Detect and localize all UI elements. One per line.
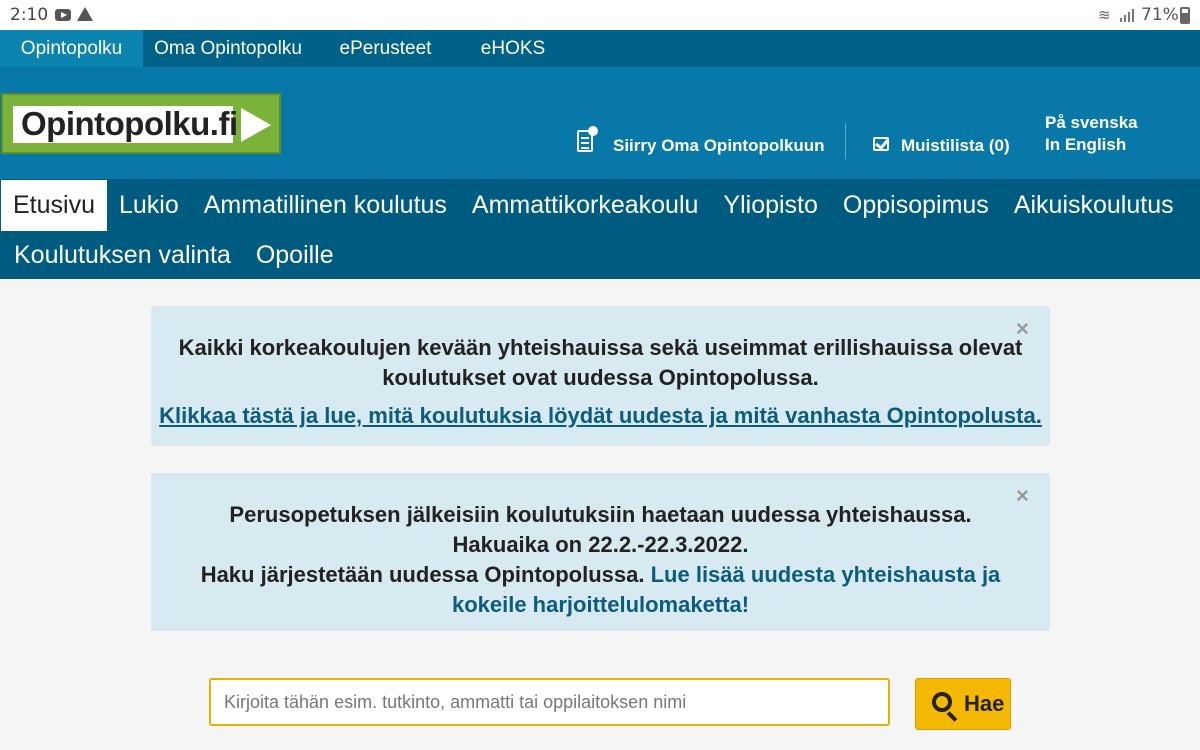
tab-oma-opintopolku[interactable]: Oma Opintopolku (143, 30, 313, 67)
tab-ehoks[interactable]: eHOKS (458, 30, 568, 67)
site-header: Opintopolku.fi Siirry Oma Opintopolkuun … (0, 67, 1200, 179)
status-time: 2:10 (10, 5, 49, 25)
battery-icon (1180, 7, 1190, 24)
wifi-icon: ≋ (1098, 7, 1111, 24)
search-icon (932, 692, 952, 712)
main-nav-row-1: Etusivu Lukio Ammatillinen koulutus Amma… (0, 180, 1174, 231)
nav-item-lukio[interactable]: Lukio (119, 180, 179, 231)
site-logo[interactable]: Opintopolku.fi (1, 93, 281, 154)
nav-item-aikuiskoulutus[interactable]: Aikuiskoulutus (1014, 180, 1174, 231)
logo-text: Opintopolku.fi (21, 105, 238, 142)
oma-opintopolku-link[interactable]: Siirry Oma Opintopolkuun (613, 136, 825, 156)
nav-item-etusivu[interactable]: Etusivu (1, 180, 107, 231)
close-icon[interactable]: × (1016, 485, 1029, 507)
search-button[interactable]: Hae (915, 678, 1011, 730)
battery-percent: 71% (1141, 5, 1179, 25)
nav-item-ammatillinen-koulutus[interactable]: Ammatillinen koulutus (204, 180, 447, 231)
nav-item-koulutuksen-valinta[interactable]: Koulutuksen valinta (14, 230, 231, 281)
muistilista-link[interactable]: Muistilista (0) (901, 136, 1010, 156)
top-tabs: Opintopolku Oma Opintopolku ePerusteet e… (0, 30, 1200, 67)
header-divider (845, 123, 846, 159)
status-bar: 2:10 ≋ 71% (0, 0, 1200, 30)
tab-eperusteet[interactable]: ePerusteet (313, 30, 458, 67)
main-nav-row-2: Koulutuksen valinta Opoille (0, 230, 334, 281)
signal-icon (1120, 8, 1136, 22)
profile-document-icon (577, 126, 599, 152)
search-input[interactable] (209, 678, 890, 726)
notice-text: Perusopetuksen jälkeisiin koulutuksiin h… (229, 502, 972, 557)
lang-swedish-link[interactable]: På svenska (1045, 113, 1138, 133)
checkbox-icon (873, 137, 889, 151)
main-nav: Etusivu Lukio Ammatillinen koulutus Amma… (0, 179, 1200, 279)
notice-joint-application: × Perusopetuksen jälkeisiin koulutuksiin… (151, 473, 1050, 631)
notice-text-2: Haku järjestetään uudessa Opintopolussa. (200, 562, 645, 587)
notice-body: Perusopetuksen jälkeisiin koulutuksiin h… (191, 500, 1010, 620)
warning-icon (77, 7, 93, 21)
youtube-icon (55, 9, 71, 21)
nav-item-opoille[interactable]: Opoille (256, 230, 334, 281)
logo-arrow-icon (241, 108, 271, 142)
notice-higher-education: × Kaikki korkeakoulujen kevään yhteishau… (151, 306, 1050, 446)
nav-item-oppisopimus[interactable]: Oppisopimus (843, 180, 989, 231)
notice-link[interactable]: Klikkaa tästä ja lue, mitä koulutuksia l… (151, 401, 1050, 431)
tab-opintopolku[interactable]: Opintopolku (0, 30, 143, 67)
search-button-label: Hae (964, 691, 1005, 716)
lang-english-link[interactable]: In English (1045, 135, 1126, 155)
notice-text: Kaikki korkeakoulujen kevään yhteishauis… (178, 335, 1023, 390)
nav-item-ammattikorkeakoulu[interactable]: Ammattikorkeakoulu (472, 180, 698, 231)
nav-item-yliopisto[interactable]: Yliopisto (723, 180, 818, 231)
